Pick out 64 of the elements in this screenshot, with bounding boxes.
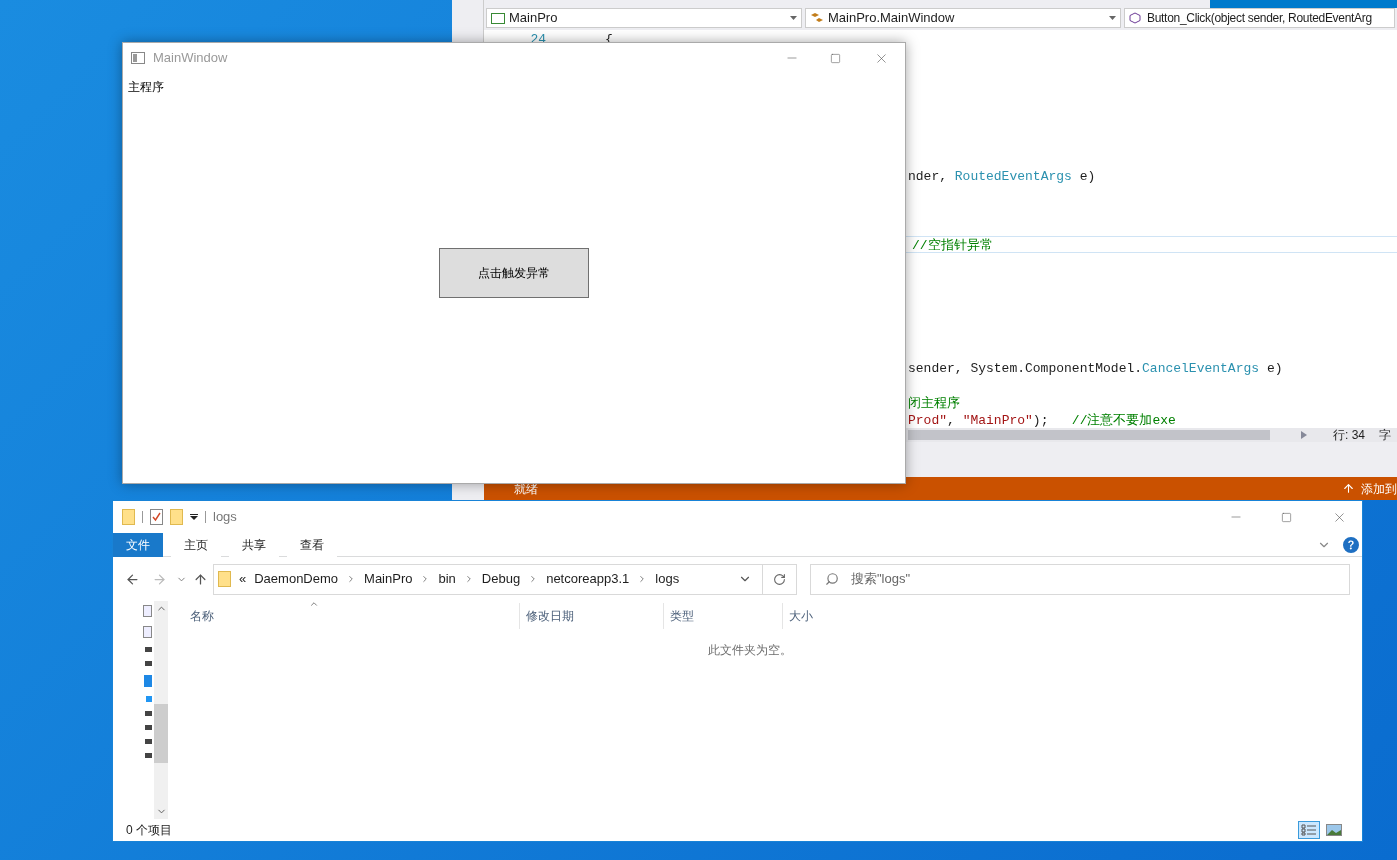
code-comment: //空指针异常 [911, 237, 993, 252]
scrollbar-thumb[interactable] [908, 430, 1270, 440]
search-input[interactable]: 搜索"logs" [851, 569, 1349, 589]
navigation-dropdown[interactable]: MainPro.MainWindow [805, 8, 1121, 28]
code-line: nder, RoutedEventArgs e) [907, 168, 1096, 183]
up-icon[interactable] [193, 571, 208, 587]
breadcrumb-item[interactable]: MainPro [364, 569, 413, 589]
folder-icon [122, 509, 135, 525]
empty-folder-message: 此文件夹为空。 [708, 642, 792, 659]
up-arrow-icon [1342, 482, 1355, 495]
navigation-dropdown[interactable]: Button_Click(object sender, RoutedEventArg [1124, 8, 1395, 28]
caret-icon [1109, 16, 1116, 20]
scroll-right-icon[interactable] [1301, 431, 1307, 439]
navigation-dropdown[interactable]: MainPro [486, 8, 802, 28]
back-icon[interactable] [125, 571, 140, 587]
caret-icon [790, 16, 797, 20]
char-indicator: 字 [1379, 427, 1391, 444]
search-field[interactable]: 搜索"logs" [810, 563, 1350, 595]
checklist-icon[interactable] [150, 509, 163, 525]
thumbnails-view-button[interactable] [1323, 821, 1345, 839]
dropdown-text: MainPro.MainWindow [828, 9, 956, 28]
details-view-button[interactable] [1298, 821, 1320, 839]
code-line: Prod", "MainPro"); //注意不要加exe [907, 412, 1176, 427]
breadcrumb-item[interactable]: DaemonDemo [254, 569, 339, 589]
dropdown-caret-icon[interactable] [190, 514, 198, 520]
maximize-icon[interactable] [1281, 511, 1292, 523]
list-view-icon [1301, 824, 1317, 836]
maximize-icon[interactable] [830, 52, 841, 64]
folder-icon [218, 571, 231, 587]
document-icon[interactable] [143, 626, 152, 638]
dropdown-text: MainPro [509, 9, 559, 28]
breadcrumb-item[interactable]: bin [438, 569, 456, 589]
forward-icon[interactable] [152, 571, 167, 587]
item-count: 0 个项目 [126, 822, 172, 839]
refresh-icon[interactable] [773, 572, 786, 586]
column-header[interactable]: 修改日期 [519, 603, 663, 629]
status-text: 就绪 [514, 480, 538, 498]
search-icon [825, 572, 839, 586]
folder-icon [170, 509, 183, 525]
class-icon [810, 12, 824, 24]
window-title: MainWindow [153, 49, 228, 68]
dropdown-text: Button_Click(object sender, RoutedEventArg [1147, 10, 1373, 27]
trigger-exception-button[interactable]: 点击触发异常 [439, 248, 589, 298]
breadcrumb-item[interactable]: logs [655, 569, 680, 589]
column-header[interactable]: 类型 [663, 603, 782, 629]
main-label: 主程序 [128, 79, 165, 96]
cube-icon [1129, 12, 1143, 24]
sort-ascending-icon [309, 599, 319, 609]
window-icon [131, 52, 145, 64]
column-header[interactable]: 大小 [782, 603, 863, 629]
address-bar[interactable]: « DaemonDemo MainPro bin Debug netcoreapp3.1 logs [213, 563, 797, 595]
line-indicator: 行: 34 [1333, 427, 1365, 444]
ribbon-tab[interactable]: 文件 [113, 532, 163, 557]
overflow-marker[interactable]: « [239, 569, 247, 589]
code-comment: 闭主程序 [907, 395, 960, 410]
column-header[interactable]: 名称 [188, 603, 519, 629]
status-link[interactable]: 添加到 [1361, 479, 1397, 498]
breadcrumb-item[interactable]: netcoreapp3.1 [546, 569, 630, 589]
help-icon[interactable] [1343, 536, 1359, 553]
scrollbar-thumb[interactable] [154, 704, 168, 763]
code-line: sender, System.ComponentModel.CancelEventArgs e) [907, 360, 1283, 375]
scrollbar[interactable] [154, 601, 168, 819]
window-title: logs [213, 508, 237, 527]
breadcrumb-item[interactable]: Debug [481, 569, 521, 589]
